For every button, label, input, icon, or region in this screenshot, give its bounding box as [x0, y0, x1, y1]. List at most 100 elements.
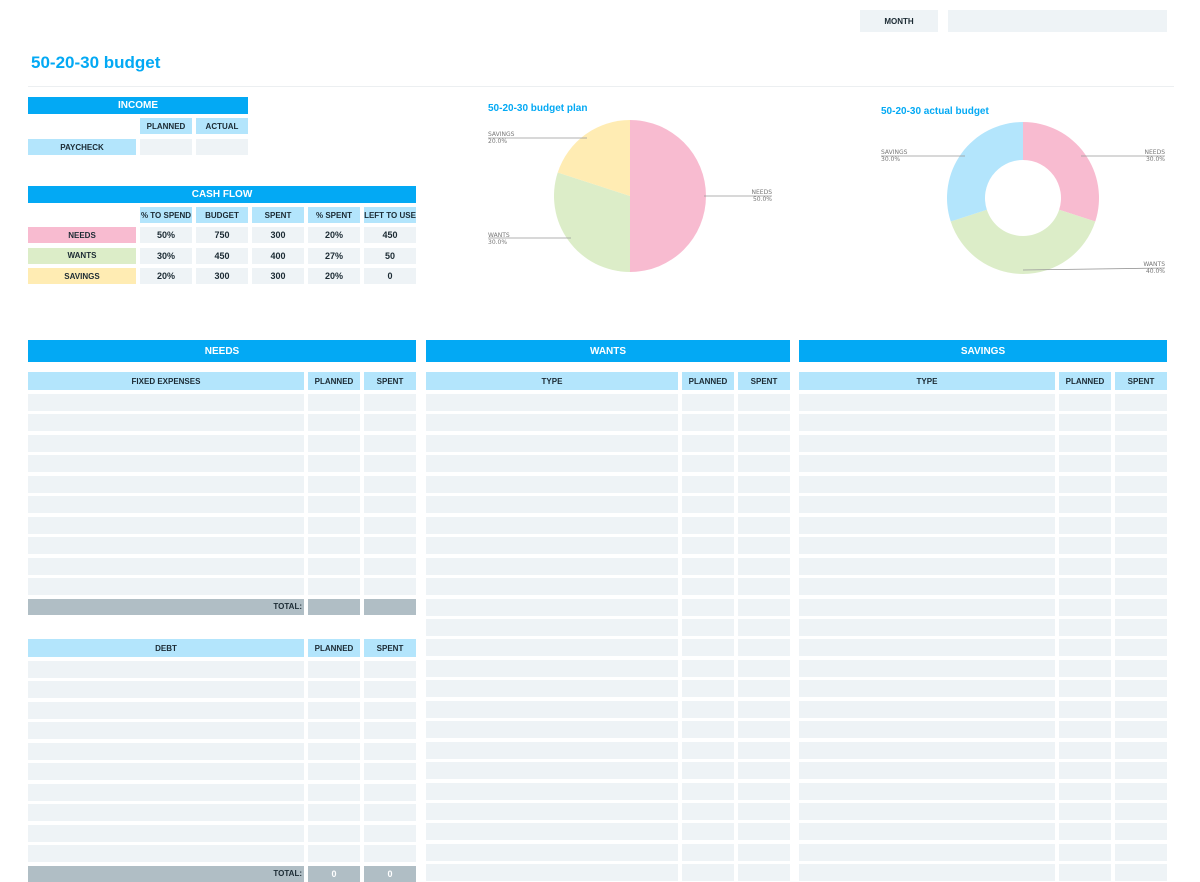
- wants-cell[interactable]: [426, 557, 678, 575]
- savings-cell[interactable]: [1115, 414, 1167, 432]
- wants-cell[interactable]: [682, 434, 734, 452]
- savings-cell[interactable]: [799, 578, 1055, 596]
- savings-cell[interactable]: [1059, 475, 1111, 493]
- needs-debt-cell[interactable]: [28, 804, 304, 822]
- needs-fixed-cell[interactable]: [28, 496, 304, 514]
- savings-cell[interactable]: [1115, 537, 1167, 555]
- needs-fixed-cell[interactable]: [308, 414, 360, 432]
- wants-cell[interactable]: [426, 782, 678, 800]
- savings-cell[interactable]: [1059, 394, 1111, 411]
- wants-cell[interactable]: [426, 721, 678, 739]
- wants-cell[interactable]: [682, 741, 734, 759]
- needs-debt-cell[interactable]: [364, 742, 416, 760]
- wants-cell[interactable]: [426, 475, 678, 493]
- wants-cell[interactable]: [738, 578, 790, 596]
- wants-cell[interactable]: [682, 475, 734, 493]
- wants-cell[interactable]: [738, 659, 790, 677]
- needs-fixed-cell[interactable]: [28, 414, 304, 432]
- wants-cell[interactable]: [738, 516, 790, 534]
- savings-cell[interactable]: [799, 700, 1055, 718]
- needs-fixed-cell[interactable]: [308, 496, 360, 514]
- needs-fixed-cell[interactable]: [28, 434, 304, 452]
- savings-cell[interactable]: [1115, 394, 1167, 411]
- needs-debt-cell[interactable]: [364, 804, 416, 822]
- needs-debt-cell[interactable]: [308, 681, 360, 699]
- wants-cell[interactable]: [426, 516, 678, 534]
- needs-debt-cell[interactable]: [28, 742, 304, 760]
- savings-cell[interactable]: [1059, 803, 1111, 820]
- needs-fixed-cell[interactable]: [364, 496, 416, 514]
- savings-cell[interactable]: [1115, 762, 1167, 780]
- wants-cell[interactable]: [426, 537, 678, 555]
- needs-fixed-cell[interactable]: [308, 516, 360, 534]
- savings-cell[interactable]: [799, 721, 1055, 739]
- savings-cell[interactable]: [1059, 578, 1111, 596]
- wants-cell[interactable]: [426, 823, 678, 841]
- savings-cell[interactable]: [1115, 843, 1167, 861]
- wants-cell[interactable]: [738, 496, 790, 514]
- savings-cell[interactable]: [799, 557, 1055, 575]
- needs-fixed-cell[interactable]: [364, 516, 416, 534]
- savings-cell[interactable]: [1115, 721, 1167, 739]
- savings-cell[interactable]: [799, 434, 1055, 452]
- wants-cell[interactable]: [738, 700, 790, 718]
- savings-cell[interactable]: [1115, 455, 1167, 473]
- needs-debt-cell[interactable]: [308, 763, 360, 781]
- needs-debt-cell[interactable]: [364, 845, 416, 863]
- savings-cell[interactable]: [799, 823, 1055, 841]
- wants-cell[interactable]: [426, 700, 678, 718]
- needs-fixed-cell[interactable]: [308, 537, 360, 555]
- needs-fixed-cell[interactable]: [364, 434, 416, 452]
- wants-cell[interactable]: [682, 414, 734, 432]
- wants-cell[interactable]: [426, 618, 678, 636]
- needs-debt-cell[interactable]: [28, 763, 304, 781]
- needs-debt-cell[interactable]: [308, 742, 360, 760]
- needs-fixed-cell[interactable]: [308, 557, 360, 575]
- needs-debt-cell[interactable]: [28, 661, 304, 678]
- savings-cell[interactable]: [799, 864, 1055, 882]
- savings-cell[interactable]: [1059, 700, 1111, 718]
- savings-cell[interactable]: [1059, 557, 1111, 575]
- savings-cell[interactable]: [799, 639, 1055, 657]
- savings-cell[interactable]: [799, 455, 1055, 473]
- needs-debt-cell[interactable]: [308, 845, 360, 863]
- needs-debt-cell[interactable]: [28, 845, 304, 863]
- wants-cell[interactable]: [426, 864, 678, 882]
- savings-cell[interactable]: [1115, 557, 1167, 575]
- needs-debt-cell[interactable]: [308, 783, 360, 801]
- wants-cell[interactable]: [682, 680, 734, 698]
- savings-cell[interactable]: [1059, 680, 1111, 698]
- savings-cell[interactable]: [1059, 618, 1111, 636]
- savings-cell[interactable]: [1059, 762, 1111, 780]
- wants-cell[interactable]: [738, 598, 790, 616]
- needs-debt-cell[interactable]: [308, 661, 360, 678]
- needs-debt-cell[interactable]: [364, 661, 416, 678]
- needs-debt-cell[interactable]: [364, 783, 416, 801]
- savings-cell[interactable]: [1115, 700, 1167, 718]
- wants-cell[interactable]: [738, 475, 790, 493]
- needs-debt-cell[interactable]: [364, 701, 416, 719]
- savings-cell[interactable]: [1115, 803, 1167, 820]
- wants-cell[interactable]: [682, 843, 734, 861]
- savings-cell[interactable]: [799, 414, 1055, 432]
- wants-cell[interactable]: [682, 700, 734, 718]
- wants-cell[interactable]: [426, 659, 678, 677]
- savings-cell[interactable]: [1059, 864, 1111, 882]
- wants-cell[interactable]: [426, 680, 678, 698]
- wants-cell[interactable]: [426, 598, 678, 616]
- needs-debt-cell[interactable]: [364, 824, 416, 842]
- needs-fixed-cell[interactable]: [28, 537, 304, 555]
- wants-cell[interactable]: [738, 762, 790, 780]
- wants-cell[interactable]: [738, 680, 790, 698]
- wants-cell[interactable]: [426, 762, 678, 780]
- savings-cell[interactable]: [799, 598, 1055, 616]
- savings-cell[interactable]: [1059, 516, 1111, 534]
- savings-cell[interactable]: [799, 516, 1055, 534]
- wants-cell[interactable]: [426, 803, 678, 820]
- needs-fixed-cell[interactable]: [28, 475, 304, 493]
- savings-cell[interactable]: [1115, 496, 1167, 514]
- needs-debt-cell[interactable]: [308, 804, 360, 822]
- savings-cell[interactable]: [799, 496, 1055, 514]
- needs-fixed-cell[interactable]: [308, 578, 360, 596]
- wants-cell[interactable]: [426, 434, 678, 452]
